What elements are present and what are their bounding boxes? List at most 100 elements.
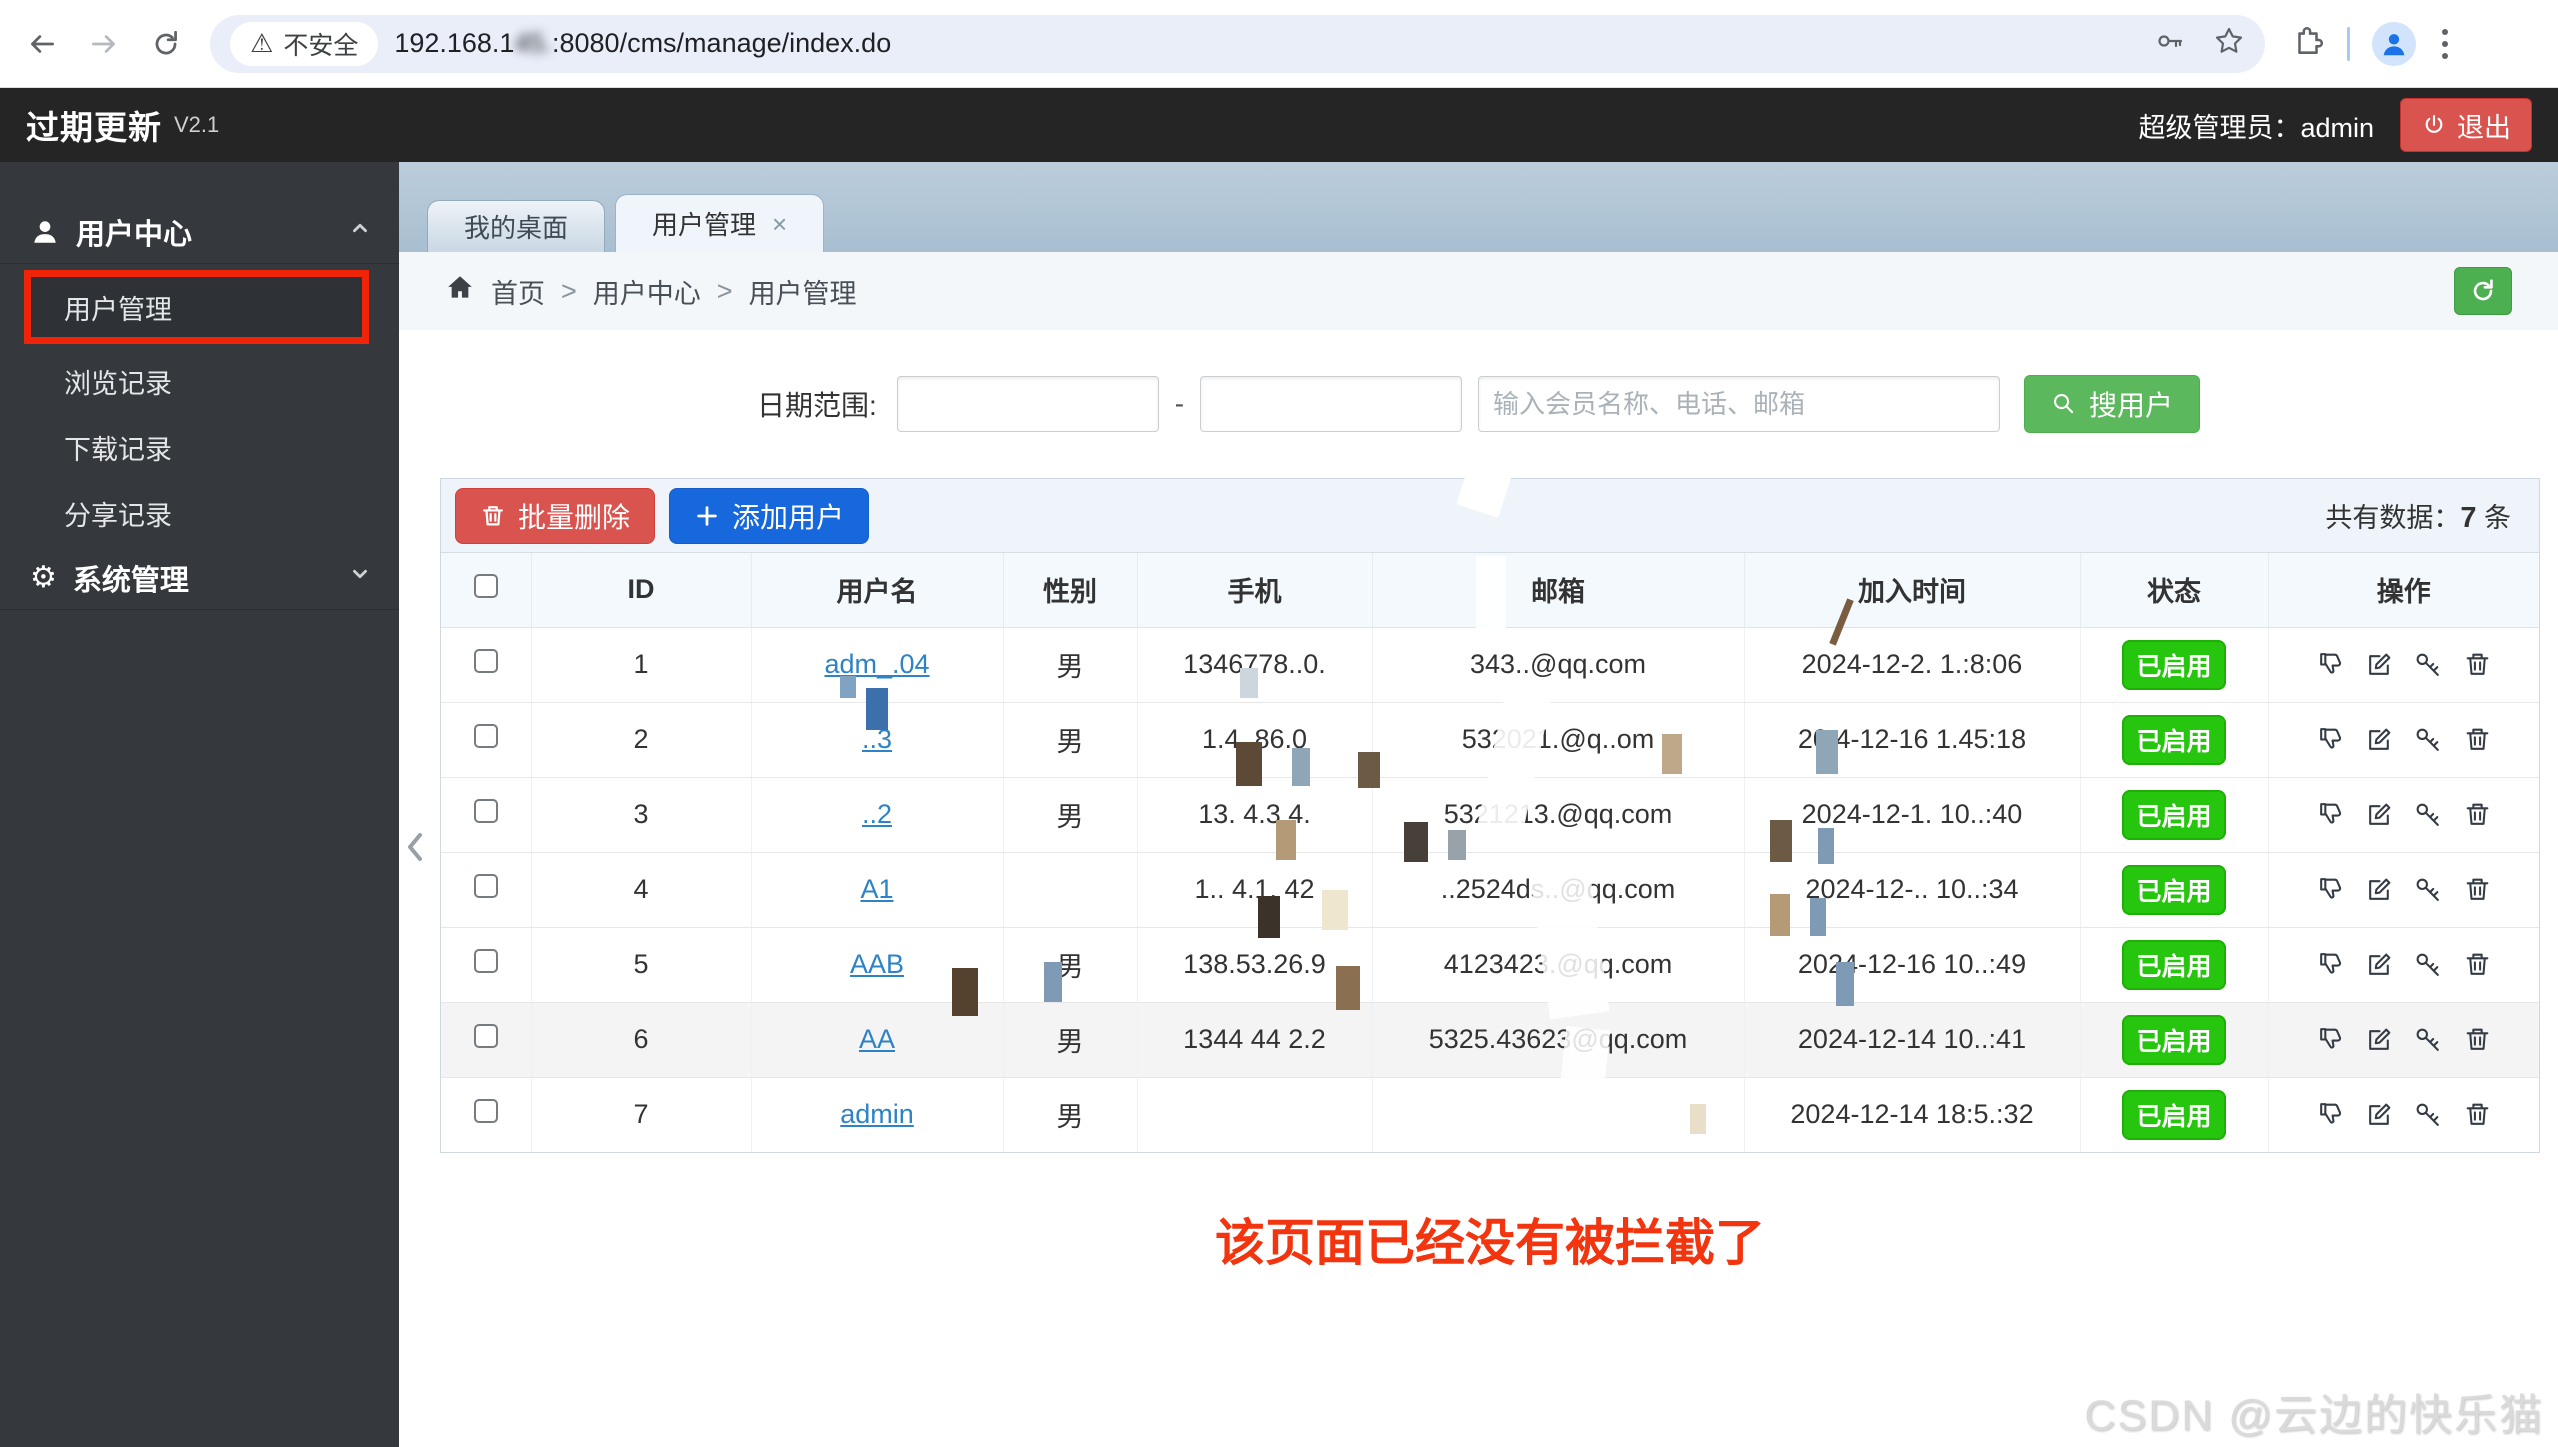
user-link[interactable]: AAB bbox=[850, 949, 904, 979]
password-key-icon[interactable] bbox=[2155, 25, 2187, 62]
delete-button[interactable] bbox=[2463, 1100, 2492, 1129]
row-checkbox[interactable] bbox=[473, 874, 498, 898]
row-checkbox[interactable] bbox=[473, 724, 498, 748]
bookmark-star-icon[interactable] bbox=[2213, 25, 2245, 62]
key-icon bbox=[2416, 653, 2439, 676]
url-masked-segment: 45. bbox=[514, 28, 552, 58]
user-link[interactable]: ..3 bbox=[862, 724, 892, 754]
key-button[interactable] bbox=[2414, 1100, 2443, 1129]
cell-email: 5321213.@qq.com bbox=[1372, 777, 1745, 853]
delete-button[interactable] bbox=[2463, 1025, 2492, 1054]
browser-menu-icon[interactable] bbox=[2438, 25, 2452, 63]
thumbs-down-button[interactable] bbox=[2316, 1025, 2345, 1054]
col-header-username: 用户名 bbox=[751, 553, 1004, 628]
tab-my-desktop[interactable]: 我的桌面 bbox=[427, 200, 606, 252]
thumbs-down-icon bbox=[2319, 1103, 2341, 1124]
security-chip[interactable]: ⚠ 不安全 bbox=[230, 21, 379, 66]
key-button[interactable] bbox=[2414, 725, 2443, 754]
add-user-button[interactable]: 添加用户 bbox=[669, 487, 870, 544]
col-header-phone: 手机 bbox=[1137, 553, 1373, 628]
user-link[interactable]: AA bbox=[859, 1024, 895, 1054]
key-button[interactable] bbox=[2414, 650, 2443, 679]
profile-avatar[interactable] bbox=[2372, 21, 2416, 66]
delete-button[interactable] bbox=[2463, 650, 2492, 679]
table-header-row: ID 用户名 性别 手机 邮箱 加入时间 状态 操作 bbox=[441, 553, 2539, 628]
refresh-button[interactable] bbox=[2454, 267, 2512, 315]
breadcrumb-home[interactable]: 首页 bbox=[491, 272, 545, 311]
sidebar-section-system[interactable]: ⚙ 系统管理 bbox=[0, 546, 399, 610]
row-checkbox[interactable] bbox=[473, 649, 498, 673]
address-bar[interactable]: ⚠ 不安全 192.168.1 45.:8080/cms/manage/index… bbox=[210, 14, 2265, 73]
cell-email: 532021.@q..om bbox=[1372, 702, 1745, 778]
edit-button[interactable] bbox=[2365, 875, 2394, 904]
sidebar-section-user-center[interactable]: 用户中心 bbox=[0, 200, 399, 264]
extensions-icon[interactable] bbox=[2291, 24, 2325, 63]
status-badge: 已启用 bbox=[2122, 1014, 2226, 1065]
cell-id: 7 bbox=[531, 1077, 752, 1152]
logout-button[interactable]: 退出 bbox=[2400, 98, 2532, 152]
key-button[interactable] bbox=[2414, 875, 2443, 904]
key-button[interactable] bbox=[2414, 950, 2443, 979]
key-button[interactable] bbox=[2414, 1025, 2443, 1054]
edit-button[interactable] bbox=[2365, 650, 2394, 679]
user-link[interactable]: ..2 bbox=[862, 799, 892, 829]
key-button[interactable] bbox=[2414, 800, 2443, 829]
table-toolbar: 批量删除 添加用户 共有数据：7 条 bbox=[441, 479, 2539, 553]
edit-button[interactable] bbox=[2365, 725, 2394, 754]
key-icon bbox=[2416, 878, 2439, 901]
tab-user-manage[interactable]: 用户管理 × bbox=[615, 194, 825, 252]
status-badge: 已启用 bbox=[2122, 1089, 2226, 1140]
cell-gender: 男 bbox=[1003, 627, 1138, 703]
breadcrumb-user-manage: 用户管理 bbox=[748, 278, 857, 309]
reload-icon[interactable] bbox=[148, 26, 184, 62]
thumbs-down-button[interactable] bbox=[2316, 725, 2345, 754]
col-header-status: 状态 bbox=[2080, 553, 2269, 628]
col-header-actions: 操作 bbox=[2268, 553, 2539, 628]
delete-button[interactable] bbox=[2463, 875, 2492, 904]
col-header-email: 邮箱 bbox=[1372, 553, 1745, 628]
breadcrumb-user-center[interactable]: 用户中心 bbox=[593, 272, 701, 311]
delete-button[interactable] bbox=[2463, 800, 2492, 829]
thumbs-down-icon bbox=[2319, 878, 2341, 899]
col-header-join-time: 加入时间 bbox=[1744, 553, 2081, 628]
sidebar-item-download-history[interactable]: 下载记录 bbox=[0, 414, 399, 480]
row-checkbox[interactable] bbox=[473, 949, 498, 973]
keyword-input[interactable] bbox=[1478, 376, 2001, 432]
sidebar-collapse-handle[interactable] bbox=[401, 824, 431, 870]
delete-button[interactable] bbox=[2463, 725, 2492, 754]
row-checkbox[interactable] bbox=[473, 799, 498, 823]
row-checkbox[interactable] bbox=[473, 1024, 498, 1048]
cell-email: 5325.43623@qq.com bbox=[1372, 1002, 1745, 1078]
edit-button[interactable] bbox=[2365, 1100, 2394, 1129]
sidebar-item-user-manage[interactable]: 用户管理 bbox=[24, 270, 369, 344]
thumbs-down-button[interactable] bbox=[2316, 800, 2345, 829]
sidebar-item-browse-history[interactable]: 浏览记录 bbox=[0, 348, 399, 414]
user-link[interactable]: A1 bbox=[860, 874, 893, 904]
edit-button[interactable] bbox=[2365, 1025, 2394, 1054]
edit-button[interactable] bbox=[2365, 800, 2394, 829]
user-link[interactable]: adm_.04 bbox=[824, 649, 929, 679]
back-icon[interactable] bbox=[24, 26, 60, 62]
row-checkbox[interactable] bbox=[473, 1099, 498, 1124]
batch-delete-button[interactable]: 批量删除 bbox=[455, 487, 656, 544]
cell-phone: 138.53.26.9 bbox=[1137, 927, 1373, 1003]
thumbs-down-button[interactable] bbox=[2316, 950, 2345, 979]
power-icon bbox=[2425, 115, 2443, 133]
select-all-checkbox[interactable] bbox=[473, 574, 498, 599]
close-icon[interactable]: × bbox=[772, 211, 787, 237]
date-end-input[interactable] bbox=[1200, 376, 1463, 432]
chevron-down-icon bbox=[347, 561, 373, 595]
thumbs-down-button[interactable] bbox=[2316, 875, 2345, 904]
thumbs-down-button[interactable] bbox=[2316, 1100, 2345, 1129]
edit-button[interactable] bbox=[2365, 950, 2394, 979]
thumbs-down-button[interactable] bbox=[2316, 650, 2345, 679]
date-start-input[interactable] bbox=[896, 376, 1159, 432]
sidebar-item-share-history[interactable]: 分享记录 bbox=[0, 480, 399, 546]
edit-icon bbox=[2368, 1028, 2391, 1050]
forward-icon[interactable] bbox=[86, 26, 122, 62]
user-link[interactable]: admin bbox=[840, 1099, 914, 1129]
search-user-button[interactable]: 搜用户 bbox=[2024, 375, 2201, 433]
cell-id: 2 bbox=[531, 702, 752, 778]
delete-button[interactable] bbox=[2463, 950, 2492, 979]
annotation-text: 该页面已经没有被拦截了 bbox=[1215, 1215, 1765, 1271]
